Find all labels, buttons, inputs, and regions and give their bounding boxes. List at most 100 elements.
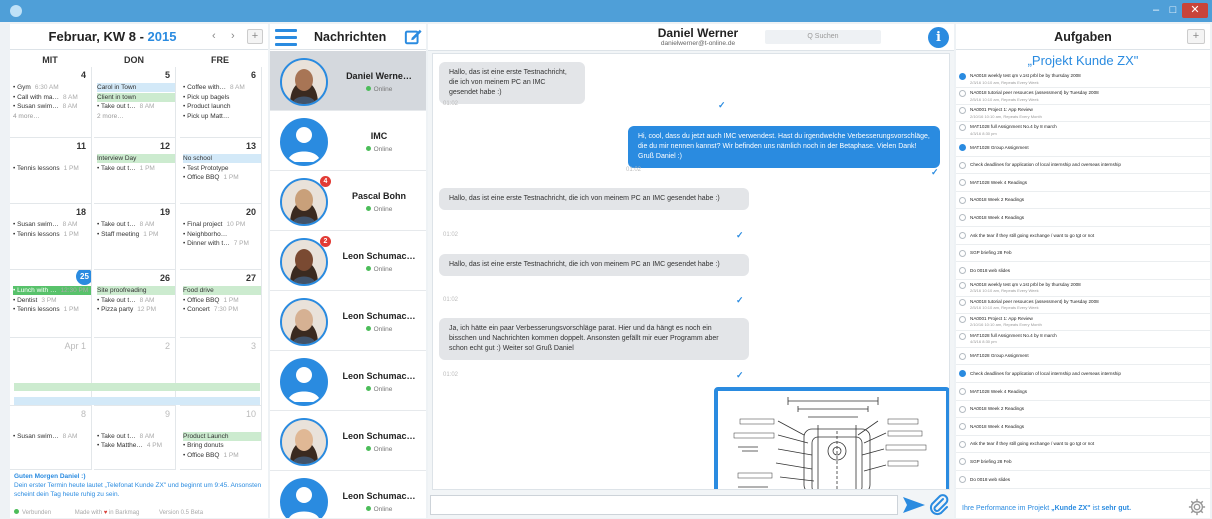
task-item[interactable]: MAT1028 Group Assignment [956,139,1210,157]
task-item[interactable]: NA0018 Week 4 Readings [956,418,1210,436]
calendar-event[interactable]: • Test Prototype [183,164,261,173]
task-item[interactable]: NA0001 Project 1: App Review 2/10/16 10:1… [956,314,1210,331]
contact-item[interactable]: Leon Schumac… Online [270,291,426,351]
calendar-day-cell[interactable]: 26 Site proofreading • Take out t… 8 AM • Pi… [94,270,176,338]
calendar-day-cell[interactable]: 20 • Final project 10 PM • Neighborho… • Din… [180,204,262,270]
contact-item[interactable]: Leon Schumac… Online [270,471,426,518]
task-item[interactable]: Do 0018 web slides [956,262,1210,280]
task-item[interactable]: MAT1028 Week 4 Readings [956,174,1210,192]
minimize-button[interactable]: ‒ [1149,3,1163,18]
calendar-event[interactable]: • Pizza party 12 PM [97,305,175,314]
task-checkbox[interactable] [959,440,966,448]
close-button[interactable]: ✕ [1182,3,1208,18]
calendar-event[interactable]: • Take out t… 8 AM [97,432,175,441]
task-checkbox[interactable] [959,232,966,239]
calendar-day-cell[interactable]: 5 Carol in Town Client in town • Take out t… [94,67,176,138]
task-item[interactable]: Ask the tear if they still going exchang… [956,227,1210,245]
calendar-event[interactable]: Client in town [97,92,175,102]
calendar-event[interactable]: • Neighborho… [183,230,261,239]
task-checkbox[interactable] [959,370,966,378]
task-checkbox[interactable] [959,281,966,289]
calendar-event[interactable]: • Dentist 3 PM [13,296,91,305]
task-item[interactable]: MAT1028 Week 4 Readings [956,383,1210,401]
task-item[interactable]: MAT1028 full Assignment No.4 by 8 march 4… [956,331,1210,348]
calendar-event[interactable]: • Tennis lessons 1 PM [13,305,91,314]
gear-icon[interactable] [1188,498,1206,516]
task-item[interactable]: NA0018 Week 2 Readings [956,192,1210,210]
calendar-event[interactable]: Interview Day [97,154,175,163]
contact-item[interactable]: Daniel Werne… Online [270,51,426,111]
calendar-event[interactable]: • Take out t… 8 AM [97,296,175,305]
task-item[interactable]: NA0018 tutorial peer resources (assessme… [956,88,1210,105]
calendar-day-cell[interactable]: 8 • Susan swim… 8 AM [10,406,92,470]
image-attachment[interactable] [714,387,949,489]
calendar-day-cell[interactable]: 12 Interview Day • Take out t… 1 PM [94,138,176,204]
contact-item[interactable]: Leon Schumac… Online [270,351,426,411]
calendar-event[interactable]: • Product launch [183,102,261,111]
task-checkbox[interactable] [959,214,966,222]
calendar-event[interactable]: • Take Matthe… 4 PM [97,441,175,450]
calendar-event[interactable]: • Take out t… 8 AM [97,220,175,229]
task-item[interactable]: Ask the tear if they still going exchang… [956,436,1210,454]
calendar-event[interactable]: No school [183,154,261,163]
message-input[interactable] [430,495,898,515]
calendar-day-cell[interactable]: 2 [94,338,176,406]
task-checkbox[interactable] [959,144,966,151]
task-item[interactable]: MAT1028 Group Assignment [956,348,1210,366]
calendar-event[interactable]: • Coffee with… 8 AM [183,83,261,92]
task-item[interactable]: NA0018 Week 2 Readings [956,401,1210,419]
calendar-event[interactable]: • Office BBQ 1 PM [183,173,261,182]
compose-icon[interactable] [404,28,423,46]
calendar-event[interactable]: • Concert 7:30 PM [183,305,261,314]
task-checkbox[interactable] [959,161,966,169]
calendar-event[interactable]: Site proofreading [97,286,175,295]
calendar-day-cell[interactable]: 25 • Lunch with … 12:30 PM • Dentist 3 PM • T… [10,270,92,338]
task-item[interactable]: Check deadlines for application of local… [956,365,1210,383]
task-item[interactable]: SGP briefing 28 Feb [956,245,1210,263]
calendar-event[interactable]: • Tennis lessons 1 PM [13,164,91,173]
calendar-day-cell[interactable]: 19 • Take out t… 8 AM • Staff meeting 1 PM [94,204,176,270]
task-item[interactable]: NA0018 weekly test qm v.1st prbl be by t… [956,280,1210,297]
calendar-event[interactable]: 2 more… [97,112,175,121]
task-item[interactable]: NA0018 Week 4 Readings [956,209,1210,227]
task-item[interactable]: NA0001 Project 1: App Review 2/10/16 10:1… [956,105,1210,122]
calendar-day-cell[interactable]: 6 • Coffee with… 8 AM • Pick up bagels • Pro… [180,67,262,138]
calendar-day-cell[interactable]: 11 • Tennis lessons 1 PM [10,138,92,204]
hamburger-icon[interactable] [275,27,297,47]
task-checkbox[interactable] [959,73,966,80]
contact-item[interactable]: Leon Schumac… Online [270,411,426,471]
calendar-day-cell[interactable]: 10 Product Launch • Bring donuts • Office B… [180,406,262,470]
calendar-next-button[interactable]: › [231,30,235,42]
calendar-event[interactable]: • Bring donuts [183,441,261,450]
calendar-day-cell[interactable]: 13 No school • Test Prototype • Office BBQ 1… [180,138,262,204]
calendar-event[interactable]: • Office BBQ 1 PM [183,451,261,460]
task-checkbox[interactable] [959,332,966,340]
task-item[interactable]: Do 0018 web slides [956,471,1210,489]
calendar-event[interactable]: • Pick up Matt… [183,112,261,121]
calendar-event[interactable]: • Gym 6:30 AM [13,83,91,92]
task-item[interactable]: Check deadlines for application of local… [956,157,1210,175]
calendar-event[interactable]: • Lunch with … 12:30 PM [13,286,91,295]
maximize-button[interactable]: □ [1166,3,1180,18]
calendar-event[interactable]: • Tennis lessons 1 PM [13,230,91,239]
task-checkbox[interactable] [959,267,966,275]
calendar-event[interactable]: • Call with ma… 8 AM [13,93,91,102]
info-icon[interactable]: i [928,27,949,48]
calendar-event[interactable]: • Susan swim… 8 AM [13,432,91,441]
calendar-event[interactable]: Food drive [183,286,261,295]
calendar-event[interactable]: • Pick up bagels [183,93,261,102]
calendar-day-cell[interactable]: 4 • Gym 6:30 AM • Call with ma… 8 AM • Susan … [10,67,92,138]
calendar-event[interactable]: • Dinner with t… 7 PM [183,239,261,248]
calendar-event[interactable]: Carol in Town [97,83,175,92]
calendar-prev-button[interactable]: ‹ [212,30,216,42]
task-item[interactable]: NA0018 tutorial peer resources (assessme… [956,297,1210,314]
contact-item[interactable]: 2 Leon Schumac… Online [270,231,426,291]
task-checkbox[interactable] [959,458,966,466]
calendar-event[interactable]: • Staff meeting 1 PM [97,230,175,239]
calendar-event[interactable]: • Take out t… 8 AM [97,102,175,111]
calendar-day-cell[interactable]: 9 • Take out t… 8 AM • Take Matthe… 4 PM [94,406,176,470]
task-checkbox[interactable] [959,124,966,131]
search-input[interactable]: Q Suchen [765,30,881,44]
task-checkbox[interactable] [959,90,966,97]
task-checkbox[interactable] [959,179,966,187]
